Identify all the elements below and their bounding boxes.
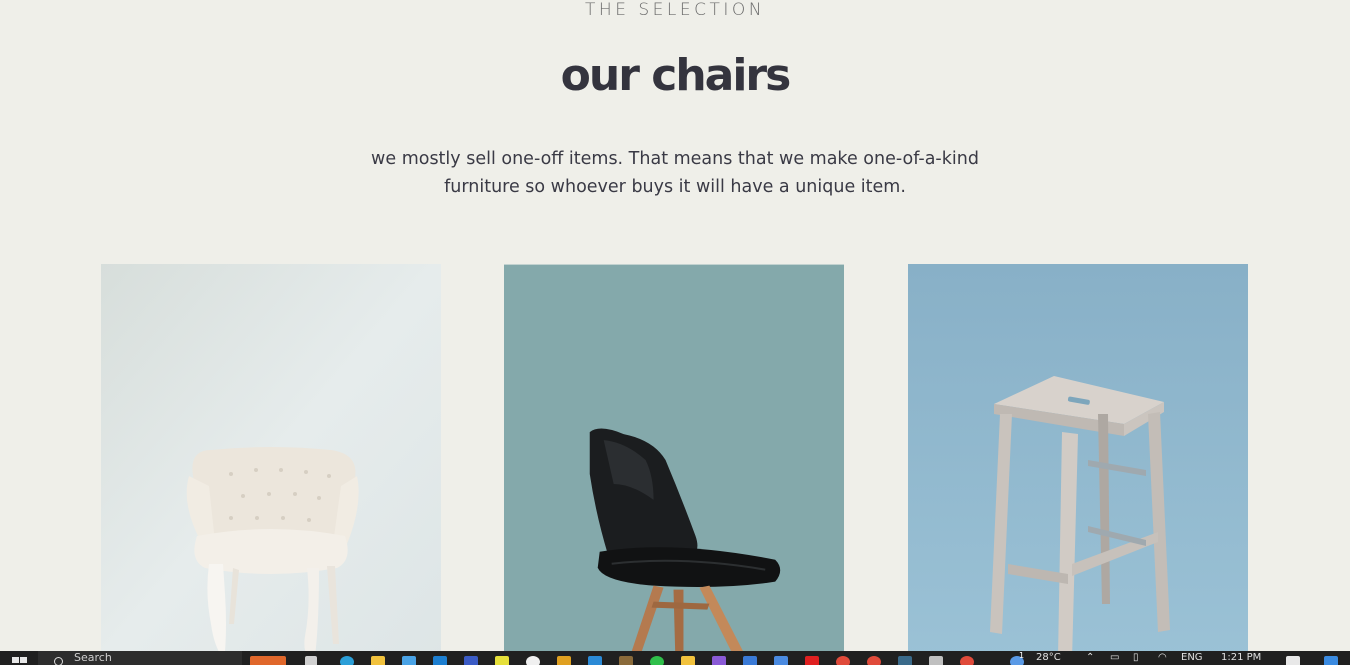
- app-icon[interactable]: [464, 656, 478, 665]
- section-description: we mostly sell one-off items. That means…: [371, 149, 979, 197]
- battery-icon[interactable]: ▯: [1133, 651, 1139, 665]
- file-explorer-icon[interactable]: [371, 656, 385, 665]
- clock[interactable]: 1:21 PM: [1221, 651, 1261, 665]
- notepad-icon[interactable]: [929, 656, 943, 665]
- page: THE SELECTION our chairs we mostly sell …: [0, 0, 1350, 651]
- product-card-bar-stool[interactable]: [908, 264, 1248, 651]
- copilot-icon[interactable]: [1324, 656, 1338, 665]
- black-shell-chair-image: [504, 264, 844, 651]
- taskbar-search-box[interactable]: Search: [38, 651, 242, 665]
- notification-center-icon[interactable]: [1286, 656, 1300, 665]
- github-icon[interactable]: [526, 656, 540, 665]
- app-icon[interactable]: [774, 656, 788, 665]
- chrome-icon[interactable]: [867, 656, 881, 665]
- notification-badge: 1: [1019, 651, 1025, 660]
- visual-studio-icon[interactable]: [712, 656, 726, 665]
- product-card-shell-chair[interactable]: [504, 264, 845, 651]
- windows-logo-icon: [12, 657, 19, 663]
- app-icon[interactable]: [619, 656, 633, 665]
- network-icon[interactable]: ▭: [1110, 651, 1119, 665]
- taskbar: Search 1 28°C ⌃ ▭ ▯ ◠ ENG 1:21 PM: [0, 651, 1350, 665]
- youtube-icon[interactable]: [805, 656, 819, 665]
- chrome-icon[interactable]: [836, 656, 850, 665]
- folder-icon[interactable]: [681, 656, 695, 665]
- app-icon[interactable]: [743, 656, 757, 665]
- section-eyebrow: THE SELECTION: [585, 0, 765, 20]
- wooden-bar-stool-image: [908, 264, 1248, 651]
- white-tufted-armchair-image: [101, 264, 441, 651]
- search-icon: [54, 657, 63, 665]
- app-icon[interactable]: [898, 656, 912, 665]
- wifi-icon[interactable]: ◠: [1158, 651, 1167, 665]
- temperature-label[interactable]: 28°C: [1036, 651, 1061, 665]
- app-icon[interactable]: [557, 656, 571, 665]
- chevron-up-icon[interactable]: ⌃: [1086, 651, 1094, 665]
- store-icon[interactable]: [402, 656, 416, 665]
- task-view-icon[interactable]: [305, 656, 317, 665]
- taskbar-search-placeholder: Search: [74, 651, 112, 664]
- product-card-armchair[interactable]: [101, 264, 441, 651]
- edge-browser-icon[interactable]: [340, 656, 354, 665]
- pycharm-icon[interactable]: [495, 656, 509, 665]
- start-button[interactable]: [0, 651, 38, 665]
- section-title: our chairs: [560, 50, 792, 101]
- whatsapp-icon[interactable]: [650, 656, 664, 665]
- mail-icon[interactable]: [433, 656, 447, 665]
- chrome-icon[interactable]: [960, 656, 974, 665]
- language-indicator[interactable]: ENG: [1181, 651, 1203, 665]
- widgets-icon[interactable]: [250, 656, 286, 665]
- vscode-icon[interactable]: [588, 656, 602, 665]
